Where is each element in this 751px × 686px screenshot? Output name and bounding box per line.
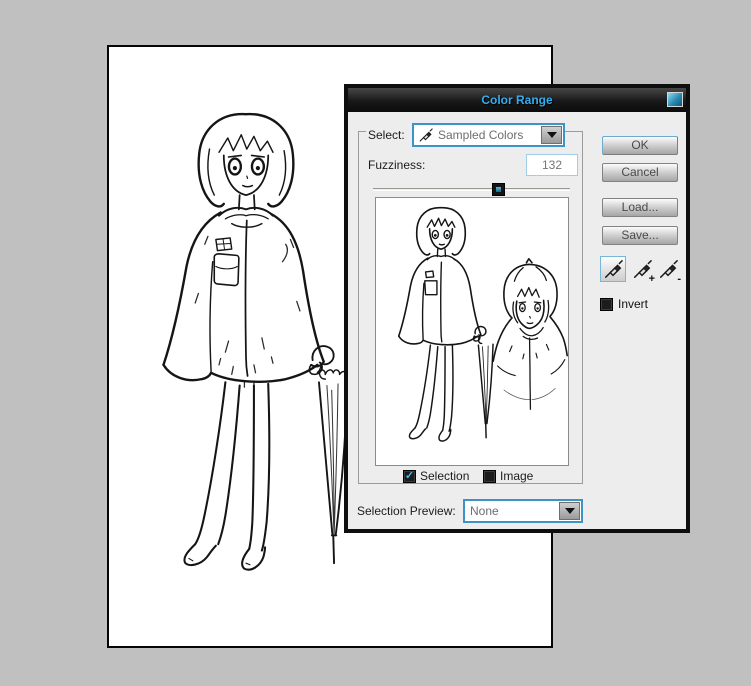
fuzziness-slider-handle[interactable]: [492, 183, 505, 196]
selection-preview-dropdown-arrow[interactable]: [559, 502, 580, 520]
ok-button[interactable]: OK: [602, 136, 678, 155]
select-label: Select:: [368, 128, 405, 142]
fuzziness-value: 132: [542, 158, 562, 172]
selection-preview-thumbnail[interactable]: [375, 197, 569, 466]
photoshop-workspace: { "window": { "title": "Color Range" }, …: [0, 0, 751, 686]
add-eyedropper-button[interactable]: +: [632, 258, 654, 282]
selection-checkbox[interactable]: ✓: [403, 470, 416, 483]
select-dropdown-arrow[interactable]: [541, 126, 562, 144]
plus-sign: +: [649, 273, 655, 285]
invert-checkbox[interactable]: [600, 298, 613, 311]
dialog-titlebar[interactable]: Color Range: [348, 88, 686, 112]
chevron-down-icon: [547, 132, 557, 138]
cancel-button[interactable]: Cancel: [602, 163, 678, 182]
selection-preview-value: None: [465, 504, 558, 518]
dialog-body: Select: Sampled Colors Fuzziness: 132: [348, 112, 686, 529]
titlebar-button-icon[interactable]: [667, 92, 683, 107]
invert-checkbox-label: Invert: [618, 297, 648, 311]
save-button[interactable]: Save...: [602, 226, 678, 245]
fuzziness-slider[interactable]: [373, 188, 570, 191]
select-dropdown[interactable]: Sampled Colors: [412, 123, 565, 147]
fuzziness-input[interactable]: 132: [526, 154, 578, 176]
image-checkbox-label: Image: [500, 469, 533, 483]
chevron-down-icon: [565, 508, 575, 514]
minus-sign: -: [677, 273, 681, 285]
eyedropper-icon: [603, 258, 623, 280]
sample-eyedropper-button[interactable]: [600, 256, 626, 282]
fuzziness-label: Fuzziness:: [368, 158, 425, 172]
color-range-dialog: Color Range Select: Sampled Colors Fuzzi…: [344, 84, 690, 533]
selection-preview-dropdown[interactable]: None: [463, 499, 583, 523]
image-checkbox[interactable]: [483, 470, 496, 483]
preview-figure-artwork: [380, 202, 502, 454]
preview-bust-artwork: [488, 254, 568, 422]
select-value: Sampled Colors: [433, 128, 540, 142]
canvas-artwork: [127, 53, 365, 645]
selection-checkbox-label: Selection: [420, 469, 469, 483]
subtract-eyedropper-button[interactable]: -: [658, 258, 680, 282]
load-button[interactable]: Load...: [602, 198, 678, 217]
eyedropper-icon: [418, 127, 433, 143]
dialog-title: Color Range: [481, 93, 552, 107]
subtract-eyedropper-icon: [658, 258, 678, 280]
selection-preview-label: Selection Preview:: [357, 504, 456, 518]
